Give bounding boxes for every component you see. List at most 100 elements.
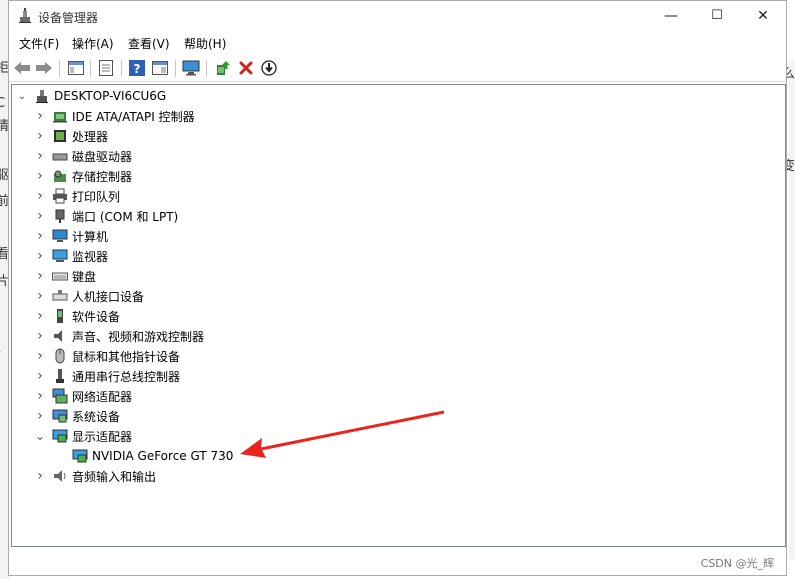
computer-root-icon — [34, 88, 50, 104]
chevron-right-icon[interactable]: › — [34, 406, 46, 426]
tree-category[interactable]: › 人机接口设备 — [34, 286, 144, 306]
chevron-right-icon[interactable]: › — [34, 246, 46, 266]
tree-category-label: 网络适配器 — [72, 389, 133, 404]
toolbar-separator — [206, 60, 207, 77]
tree-category[interactable]: › 存储控制器 — [34, 166, 132, 186]
tree-category[interactable]: › 监视器 — [34, 246, 108, 266]
monitor-icon — [52, 248, 68, 264]
tree-category-label: 存储控制器 — [72, 169, 133, 184]
computer-icon — [52, 228, 68, 244]
minimize-button[interactable]: — — [648, 1, 694, 31]
chevron-right-icon[interactable]: › — [34, 346, 46, 366]
toolbar: ? — [9, 56, 786, 82]
tree-category[interactable]: › 系统设备 — [34, 406, 120, 426]
tree-category-label: 键盘 — [72, 269, 97, 284]
uninstall-icon[interactable] — [235, 58, 257, 78]
tree-category[interactable]: › 处理器 — [34, 126, 108, 146]
tree-category[interactable]: › 计算机 — [34, 226, 108, 246]
chevron-right-icon[interactable]: › — [34, 146, 46, 166]
close-button[interactable]: ✕ — [740, 1, 786, 31]
menu-help[interactable]: 帮助(H) — [184, 35, 226, 52]
chevron-right-icon[interactable]: › — [34, 166, 46, 186]
tree-device-item[interactable]: NVIDIA GeForce GT 730 — [54, 446, 233, 466]
chevron-right-icon[interactable]: › — [34, 186, 46, 206]
tree-category[interactable]: › 通用串行总线控制器 — [34, 366, 180, 386]
properties-pane-icon[interactable] — [65, 58, 87, 78]
maximize-button[interactable]: ☐ — [694, 1, 740, 31]
chevron-right-icon[interactable]: › — [34, 366, 46, 386]
printer-icon — [52, 188, 68, 204]
mouse-icon — [52, 348, 68, 364]
toolbar-separator — [175, 60, 176, 77]
update-driver-icon[interactable] — [212, 58, 234, 78]
tree-category-label: 监视器 — [72, 249, 109, 264]
tree-root[interactable]: ⌄ DESKTOP-VI6CU6G — [16, 86, 166, 106]
menu-file[interactable]: 文件(F) — [19, 35, 59, 52]
background-right-edge — [789, 60, 795, 560]
tree-category[interactable]: › 音频输入和输出 — [34, 466, 156, 486]
chevron-right-icon[interactable]: › — [34, 386, 46, 406]
tree-category-label: IDE ATA/ATAPI 控制器 — [72, 109, 195, 124]
tree-category[interactable]: › 声音、视频和游戏控制器 — [34, 326, 204, 346]
back-icon[interactable] — [11, 58, 33, 78]
title-bar[interactable]: 设备管理器 — ☐ ✕ — [9, 1, 786, 31]
port-icon — [52, 208, 68, 224]
menu-action[interactable]: 操作(A) — [72, 35, 114, 52]
tree-category[interactable]: › IDE ATA/ATAPI 控制器 — [34, 106, 195, 126]
tree-category-label: 声音、视频和游戏控制器 — [72, 329, 205, 344]
tree-category-label: 显示适配器 — [72, 429, 133, 444]
tree-category[interactable]: › 软件设备 — [34, 306, 120, 326]
chevron-right-icon[interactable]: › — [34, 106, 46, 126]
network-icon — [52, 388, 68, 404]
chevron-right-icon[interactable]: › — [34, 326, 46, 346]
tree-category-label: 鼠标和其他指针设备 — [72, 349, 181, 364]
tree-category-label: 音频输入和输出 — [72, 469, 157, 484]
tree-category[interactable]: › 打印队列 — [34, 186, 120, 206]
gpu-device-icon — [72, 448, 88, 464]
device-tree[interactable]: ⌄ DESKTOP-VI6CU6G › IDE ATA/ATAPI 控制器 › 处理器… — [11, 84, 786, 547]
scan-hardware-icon[interactable] — [180, 58, 202, 78]
menu-bar: 文件(F) 操作(A) 查看(V) 帮助(H) — [9, 34, 786, 54]
watermark: CSDN @光_辉 — [700, 557, 774, 570]
chevron-right-icon[interactable]: › — [34, 286, 46, 306]
chevron-down-icon[interactable]: ⌄ — [16, 86, 28, 106]
tree-category[interactable]: › 磁盘驱动器 — [34, 146, 132, 166]
forward-icon[interactable] — [33, 58, 55, 78]
tree-category[interactable]: › 键盘 — [34, 266, 96, 286]
menu-view[interactable]: 查看(V) — [128, 35, 170, 52]
system-icon — [52, 408, 68, 424]
status-bar — [9, 549, 786, 575]
svg-text:?: ? — [134, 62, 141, 76]
chevron-down-icon[interactable]: ⌄ — [34, 426, 46, 446]
toolbar-separator — [59, 60, 60, 77]
sound-icon — [52, 328, 68, 344]
usb-icon — [52, 368, 68, 384]
ide-icon — [52, 108, 68, 124]
chevron-right-icon[interactable]: › — [34, 466, 46, 486]
tree-category[interactable]: ⌄ 显示适配器 — [34, 426, 132, 446]
chevron-right-icon[interactable]: › — [34, 226, 46, 246]
tree-category[interactable]: › 网络适配器 — [34, 386, 132, 406]
help-icon[interactable]: ? — [126, 58, 148, 78]
processor-icon — [52, 128, 68, 144]
tree-category[interactable]: › 鼠标和其他指针设备 — [34, 346, 180, 366]
device-manager-window: 设备管理器 — ☐ ✕ 文件(F) 操作(A) 查看(V) 帮助(H) ? ⌄ … — [8, 0, 787, 576]
toolbar-separator — [121, 60, 122, 77]
software-icon — [52, 308, 68, 324]
window-title: 设备管理器 — [38, 11, 99, 25]
keyboard-icon — [52, 268, 68, 284]
tree-category-label: 人机接口设备 — [72, 289, 145, 304]
chevron-right-icon[interactable]: › — [34, 306, 46, 326]
tree-category-label: 打印队列 — [72, 189, 121, 204]
chevron-right-icon[interactable]: › — [34, 266, 46, 286]
download-icon[interactable] — [258, 58, 280, 78]
chevron-right-icon[interactable]: › — [34, 206, 46, 226]
chevron-right-icon[interactable]: › — [34, 126, 46, 146]
tree-category[interactable]: › 端口 (COM 和 LPT) — [34, 206, 178, 226]
storage-icon — [52, 168, 68, 184]
tree-category-label: 系统设备 — [72, 409, 121, 424]
view-icon[interactable] — [149, 58, 171, 78]
tree-category-label: 磁盘驱动器 — [72, 149, 133, 164]
tree-category-label: 端口 (COM 和 LPT) — [72, 209, 179, 224]
document-icon[interactable] — [95, 58, 117, 78]
